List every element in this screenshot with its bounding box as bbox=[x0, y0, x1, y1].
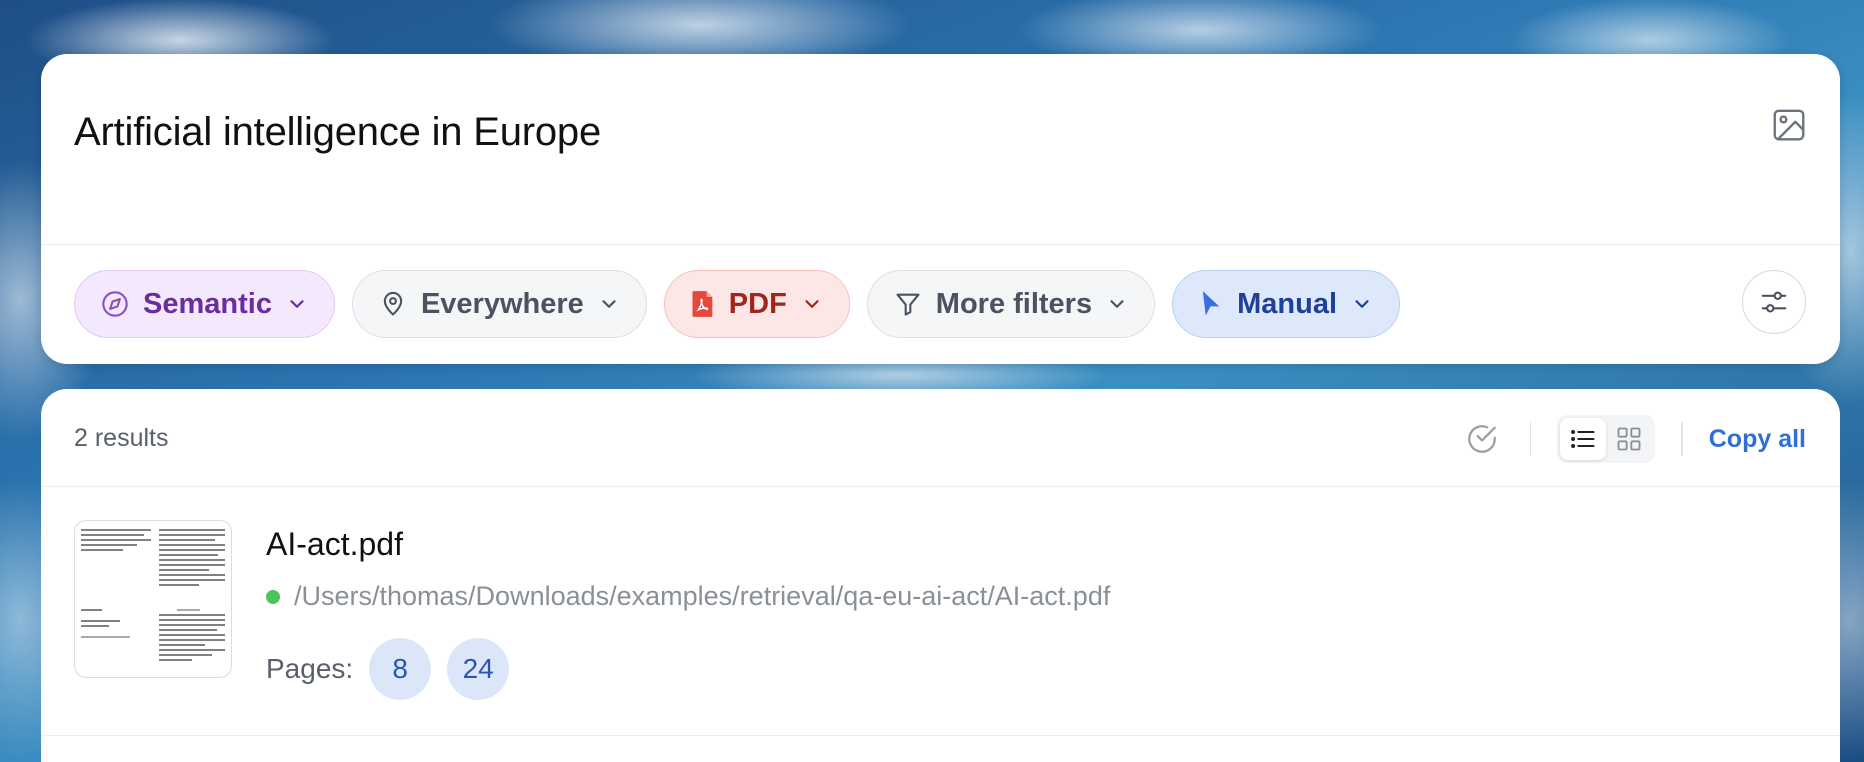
indexed-status-dot bbox=[266, 589, 280, 604]
result-pages-row: Pages: 8 24 bbox=[266, 638, 510, 700]
document-thumbnail[interactable] bbox=[74, 520, 232, 678]
mode-selector-button[interactable]: Manual bbox=[1172, 270, 1401, 338]
map-pin-icon bbox=[379, 290, 407, 318]
result-title[interactable]: AI-act.pdf bbox=[266, 526, 403, 563]
chevron-down-icon bbox=[1106, 293, 1128, 315]
search-query[interactable]: Artificial intelligence in Europe bbox=[74, 110, 601, 155]
file-type-filter-button[interactable]: PDF bbox=[663, 270, 850, 338]
more-filters-button[interactable]: More filters bbox=[866, 270, 1156, 338]
grid-icon bbox=[1615, 425, 1643, 453]
view-mode-toggle bbox=[1557, 415, 1656, 463]
location-filter-button[interactable]: Everywhere bbox=[351, 270, 647, 338]
filter-bar: Semantic Everywhere PDF More filters Man… bbox=[74, 270, 1401, 338]
results-toolbar: Copy all bbox=[1460, 415, 1806, 463]
check-circle-icon bbox=[1465, 422, 1499, 456]
filter-icon bbox=[894, 290, 922, 318]
search-settings-button[interactable] bbox=[1742, 270, 1806, 334]
copy-all-button[interactable]: Copy all bbox=[1709, 425, 1806, 454]
image-icon bbox=[1770, 106, 1808, 144]
thumbnail-text-column bbox=[81, 529, 151, 669]
image-search-button[interactable] bbox=[1768, 104, 1810, 146]
cursor-icon bbox=[1199, 290, 1223, 318]
list-view-button[interactable] bbox=[1560, 418, 1607, 460]
sliders-icon bbox=[1759, 287, 1789, 317]
chevron-down-icon bbox=[1351, 293, 1373, 315]
chevron-down-icon bbox=[598, 293, 620, 315]
grid-view-button[interactable] bbox=[1606, 418, 1652, 460]
location-filter-label: Everywhere bbox=[420, 287, 584, 320]
page-link-button[interactable]: 8 bbox=[369, 638, 432, 700]
result-item[interactable]: AI-act.pdf /Users/thomas/Downloads/examp… bbox=[41, 488, 1840, 736]
page-link-button[interactable]: 24 bbox=[447, 638, 510, 700]
semantic-filter-label: Semantic bbox=[143, 287, 272, 320]
pages-label: Pages: bbox=[266, 653, 354, 684]
semantic-filter-button[interactable]: Semantic bbox=[74, 270, 335, 338]
results-panel: 2 results Copy all AI-act.pdf /Users/tho… bbox=[41, 389, 1840, 762]
thumbnail-text-column bbox=[159, 529, 225, 669]
file-type-filter-label: PDF bbox=[728, 287, 787, 320]
more-filters-label: More filters bbox=[935, 287, 1093, 320]
mode-selector-label: Manual bbox=[1237, 287, 1338, 320]
results-count: 2 results bbox=[74, 424, 169, 452]
pdf-file-icon bbox=[691, 290, 715, 318]
select-results-button[interactable] bbox=[1460, 417, 1504, 461]
chevron-down-icon bbox=[286, 293, 308, 315]
toolbar-divider bbox=[1681, 422, 1683, 456]
result-path: /Users/thomas/Downloads/examples/retriev… bbox=[294, 581, 1111, 611]
panel-divider bbox=[41, 244, 1840, 245]
results-header: 2 results Copy all bbox=[41, 389, 1840, 487]
chevron-down-icon bbox=[801, 293, 823, 315]
result-path-row: /Users/thomas/Downloads/examples/retriev… bbox=[266, 581, 1110, 612]
list-icon bbox=[1569, 425, 1597, 453]
search-panel: Artificial intelligence in Europe Semant… bbox=[41, 54, 1840, 364]
compass-icon bbox=[101, 290, 129, 318]
toolbar-divider bbox=[1529, 422, 1532, 456]
